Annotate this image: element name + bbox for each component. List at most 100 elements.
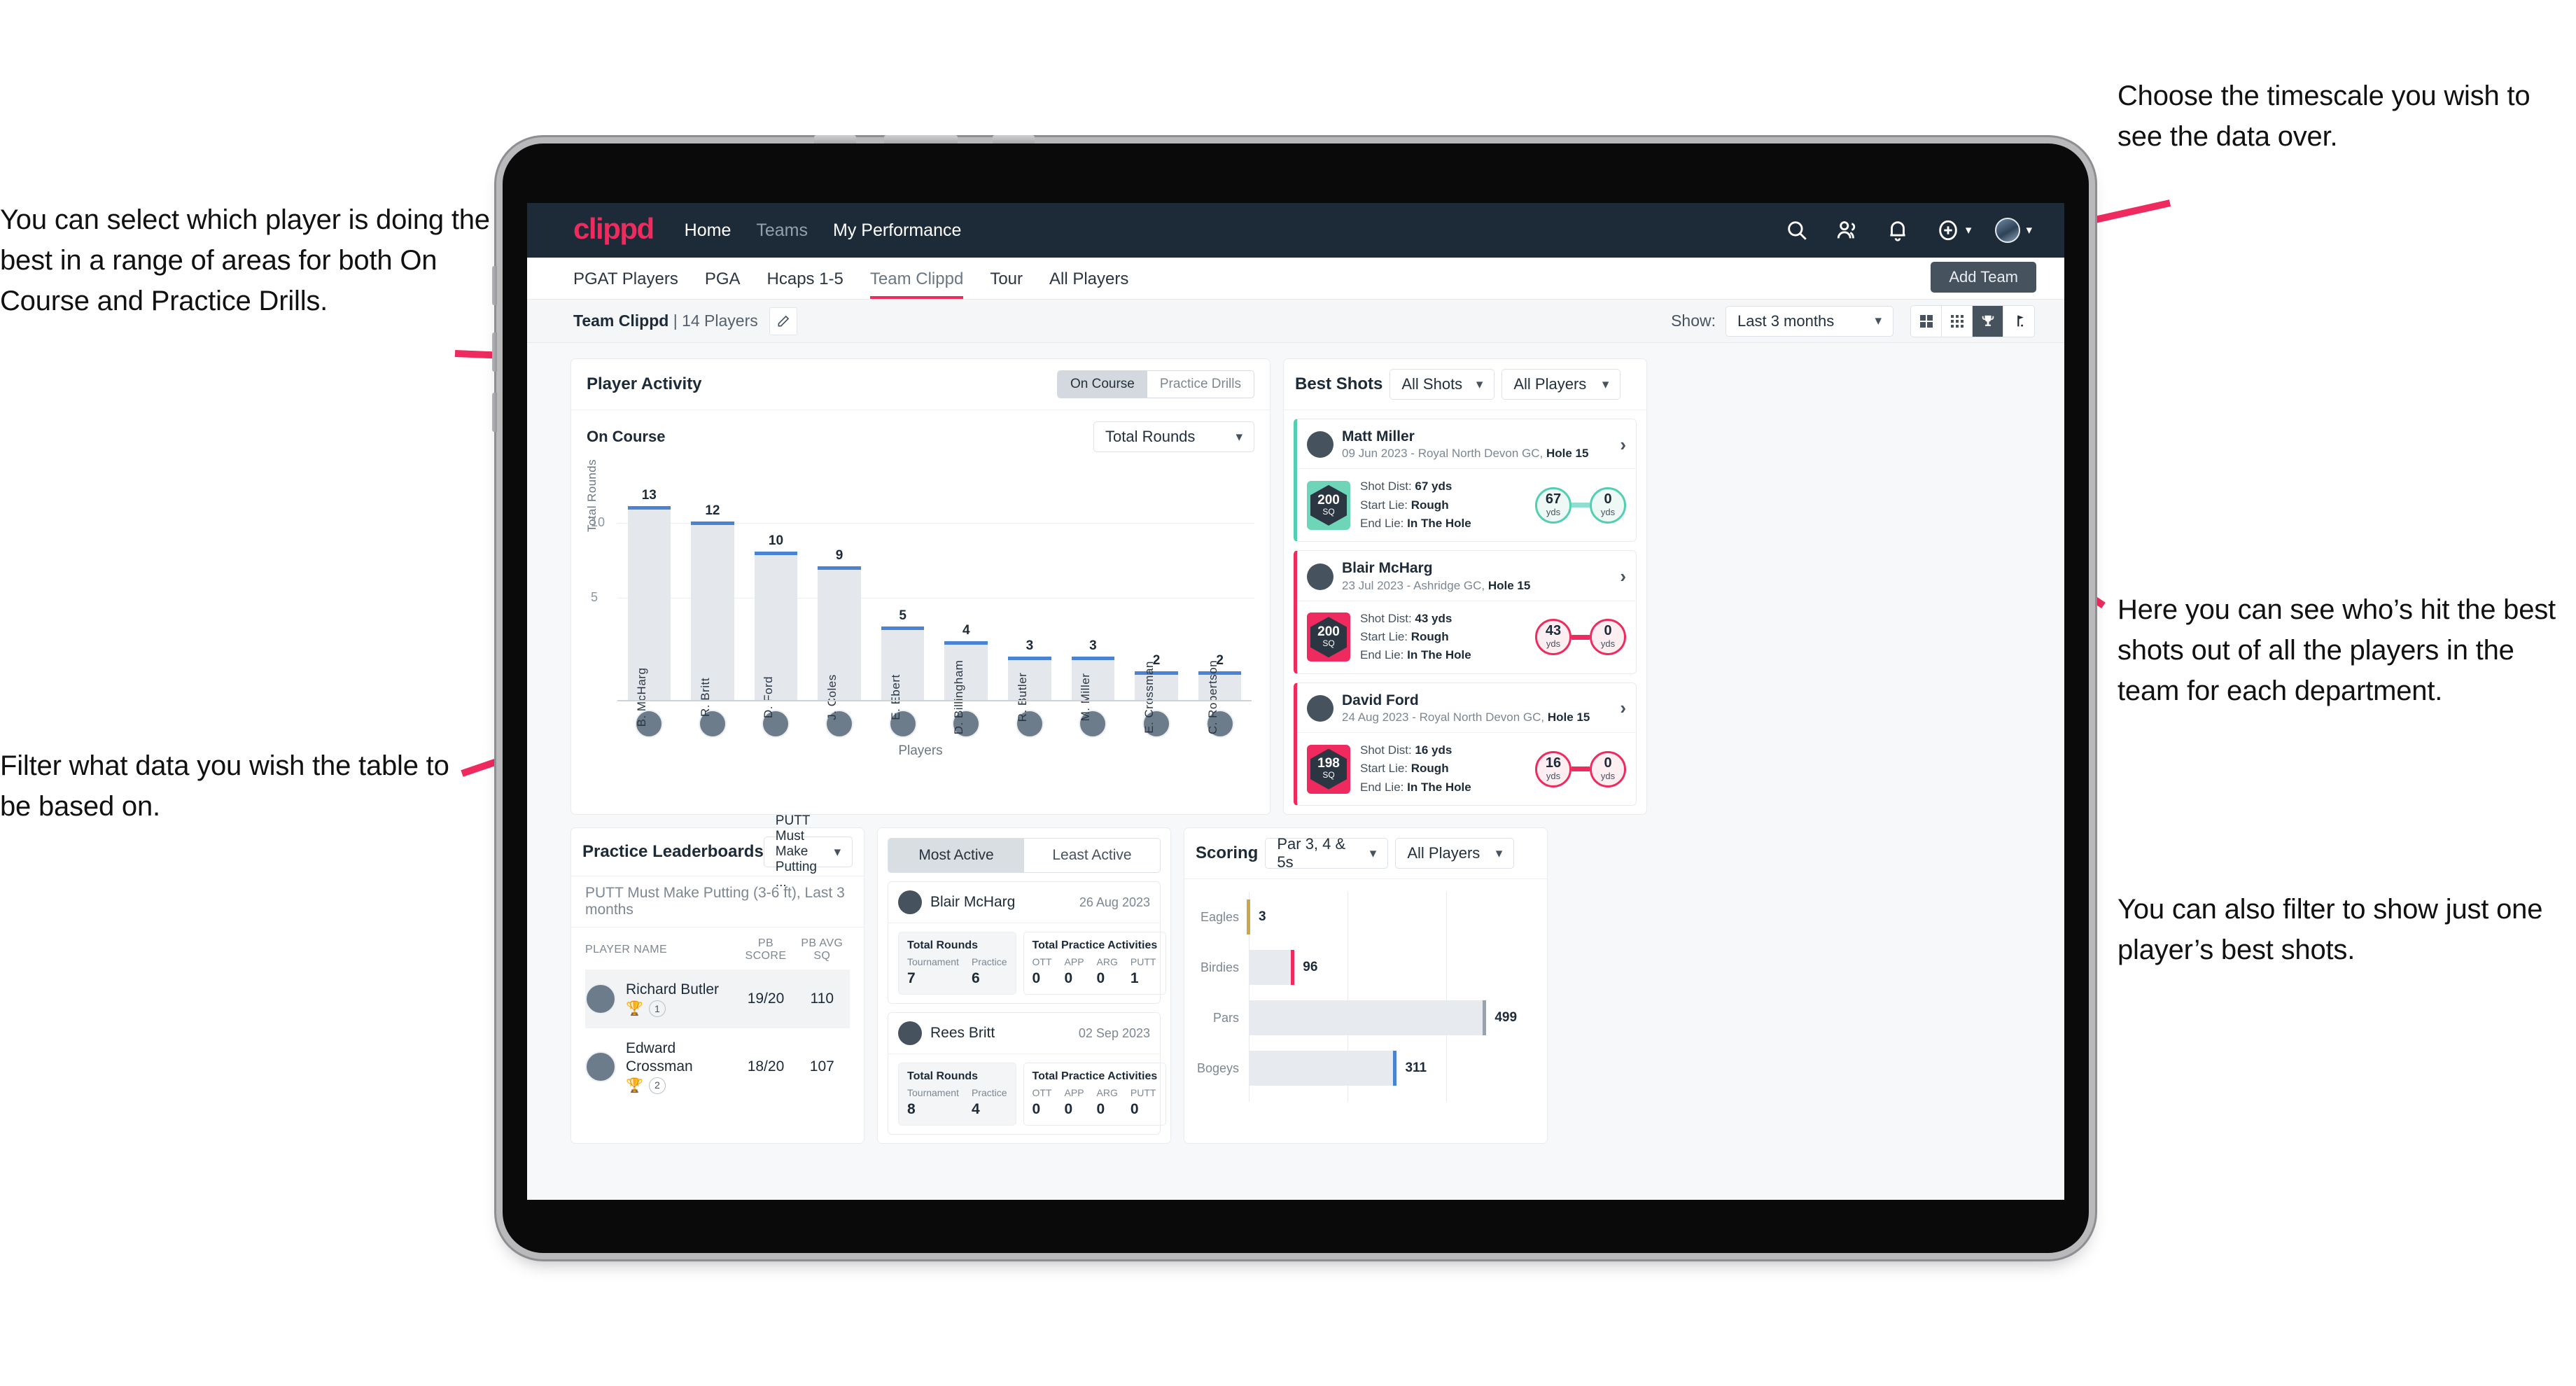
chart-bar[interactable]: 10 D. Ford [754, 533, 798, 718]
shot-distance-line: Shot Dist: 67 yds [1360, 479, 1452, 493]
cell-pb-score: 19/20 [737, 969, 794, 1029]
device-button-top-1[interactable] [814, 135, 856, 144]
segment-practice-drills[interactable]: Practice Drills [1147, 371, 1254, 398]
chart-bar-value: 10 [768, 533, 784, 548]
segment-on-course[interactable]: On Course [1058, 371, 1147, 398]
chart-bar-label: J. Coles [825, 674, 839, 720]
y-tick-5: 5 [591, 590, 598, 604]
activity-player-card[interactable]: Blair McHarg 26 Aug 2023 Total Rounds Tourn… [888, 881, 1167, 1004]
cell-player-name: Richard Butler 🏆 1 [585, 969, 738, 1029]
nav-link-my-performance[interactable]: My Performance [833, 220, 961, 241]
best-shot-card[interactable]: David Ford 24 Aug 2023 - Royal North Devo… [1294, 682, 1637, 806]
total-rounds-title: Total Rounds [907, 939, 979, 952]
table-header-row: PLAYER NAME PB SCORE PB AVG SQ [585, 927, 850, 969]
device-button-top-3[interactable] [916, 135, 958, 144]
drill-select[interactable]: PUTT Must Make Putting ... ▾ [763, 813, 853, 890]
shot-quality-unit: SQ [1322, 506, 1335, 517]
tab-team-clippd[interactable]: Team Clippd [869, 270, 964, 299]
chart-bar[interactable]: 13 B. McHarg [627, 488, 671, 727]
chart-avatar[interactable] [1125, 710, 1189, 738]
metric-select[interactable]: Total Rounds ▾ [1093, 421, 1254, 452]
chevron-right-icon[interactable]: › [1620, 697, 1626, 719]
bell-icon[interactable] [1886, 218, 1910, 242]
grid-small-icon[interactable] [1942, 305, 1973, 337]
activity-list: Blair McHarg 26 Aug 2023 Total Rounds Tourn… [878, 881, 1170, 1135]
chart-bar[interactable]: 5 E. Ebert [881, 608, 925, 720]
tab-pgat-players[interactable]: PGAT Players [573, 270, 678, 299]
chevron-right-icon[interactable]: › [1620, 434, 1626, 456]
chevron-down-icon: ▾ [1476, 377, 1483, 392]
avatar[interactable] [1995, 218, 2021, 243]
flag-icon[interactable] [2003, 305, 2034, 337]
chart-bar[interactable]: 9 J. Coles [818, 548, 861, 720]
best-shot-header: Blair McHarg 23 Jul 2023 - Ashridge GC, H… [1297, 551, 1636, 601]
rank-badge: 1 [648, 1000, 666, 1018]
tab-hcaps-1-5[interactable]: Hcaps 1-5 [767, 270, 844, 299]
best-shots-shot-filter-value: All Shots [1401, 375, 1463, 393]
drill-name: PUTT Must Make Putting (3-6 ft), [585, 885, 801, 902]
nav-link-home[interactable]: Home [685, 220, 732, 241]
edit-team-button[interactable] [769, 307, 797, 335]
chevron-down-icon-avatar[interactable]: ▾ [2026, 223, 2032, 237]
chart-bar[interactable]: 3 R. Butler [1008, 638, 1051, 722]
chart-bar[interactable]: 2 C. Robertson [1198, 653, 1242, 734]
tab-tour[interactable]: Tour [990, 270, 1023, 299]
tab-all-players[interactable]: All Players [1049, 270, 1128, 299]
best-shots-shot-filter[interactable]: All Shots ▾ [1390, 369, 1495, 400]
chart-bar-cap [881, 626, 925, 630]
activity-card: Most Active Least Active Blair McHarg 26 … [877, 827, 1171, 1144]
activity-player-card[interactable]: Rees Britt 02 Sep 2023 Total Rounds Tournam… [888, 1012, 1167, 1135]
tab-pga[interactable]: PGA [705, 270, 741, 299]
scoring-title: Scoring [1196, 844, 1259, 863]
chart-bar[interactable]: 12 R. Britt [691, 503, 734, 717]
chart-avatar[interactable] [934, 710, 998, 738]
device-button-left-2[interactable] [492, 332, 497, 372]
scoring-bar[interactable] [1249, 1000, 1487, 1036]
tab-most-active[interactable]: Most Active [888, 839, 1024, 873]
chevron-down-icon: ▾ [1236, 429, 1242, 444]
scoring-player-filter[interactable]: All Players ▾ [1395, 838, 1515, 869]
device-button-top-4[interactable] [993, 135, 1035, 144]
activity-col-value: 0 [1064, 1101, 1073, 1118]
chevron-down-icon-add[interactable]: ▾ [1966, 223, 1972, 237]
device-button-left-1[interactable] [492, 266, 497, 305]
activity-col-header: PUTT [1130, 956, 1156, 968]
activity-col-value: 4 [971, 1101, 980, 1118]
chart-bar[interactable]: 2 E. Crossman [1135, 653, 1178, 734]
app-screen: clippd Home Teams My Performance ▾ ▾ PGA… [527, 203, 2064, 1200]
grid-large-icon[interactable] [1911, 305, 1942, 337]
scoring-bar-tip [1291, 950, 1295, 986]
scoring-par-filter[interactable]: Par 3, 4 & 5s ▾ [1265, 835, 1389, 871]
best-shots-player-filter[interactable]: All Players ▾ [1502, 369, 1621, 400]
chart-bar-group: 12 R. Britt [681, 491, 745, 717]
chevron-right-icon[interactable]: › [1620, 566, 1626, 587]
chart-avatar[interactable] [1061, 710, 1125, 738]
chart-bar[interactable]: 4 D. Billingham [944, 623, 988, 734]
best-shot-card[interactable]: Matt Miller 09 Jun 2023 - Royal North Dev… [1294, 419, 1637, 542]
nav-link-teams[interactable]: Teams [756, 220, 808, 241]
device-button-left-3[interactable] [492, 393, 497, 432]
timescale-select[interactable]: Last 3 months ▾ [1726, 305, 1893, 337]
shot-quality-unit: SQ [1322, 638, 1335, 648]
search-icon[interactable] [1785, 218, 1809, 242]
chart-bar[interactable]: 3 M. Miller [1071, 638, 1115, 721]
best-shot-card[interactable]: Blair McHarg 23 Jul 2023 - Ashridge GC, H… [1294, 550, 1637, 674]
chart-avatar[interactable] [808, 710, 872, 738]
tab-least-active[interactable]: Least Active [1024, 839, 1160, 873]
avatar [898, 1021, 922, 1046]
chart-avatar[interactable] [617, 710, 681, 738]
trophy-icon[interactable] [1973, 305, 2003, 337]
table-row[interactable]: Richard Butler 🏆 1 19/20 110 [585, 969, 850, 1029]
clippd-logo[interactable]: clippd [573, 214, 654, 244]
activity-col-value: 0 [1096, 970, 1105, 987]
scoring-bar[interactable] [1249, 1051, 1397, 1086]
people-icon[interactable] [1835, 218, 1859, 242]
table-row[interactable]: Edward Crossman 🏆 2 18/20 107 [585, 1028, 850, 1105]
best-shot-player: Blair McHarg [1342, 560, 1433, 577]
add-team-button[interactable]: Add Team [1931, 262, 2036, 293]
chart-avatar[interactable] [744, 710, 808, 738]
scoring-bar[interactable] [1249, 950, 1295, 986]
chevron-down-icon: ▾ [1602, 377, 1609, 392]
chart-bar-value: 5 [899, 608, 906, 623]
plus-circle-icon[interactable] [1936, 218, 1960, 242]
